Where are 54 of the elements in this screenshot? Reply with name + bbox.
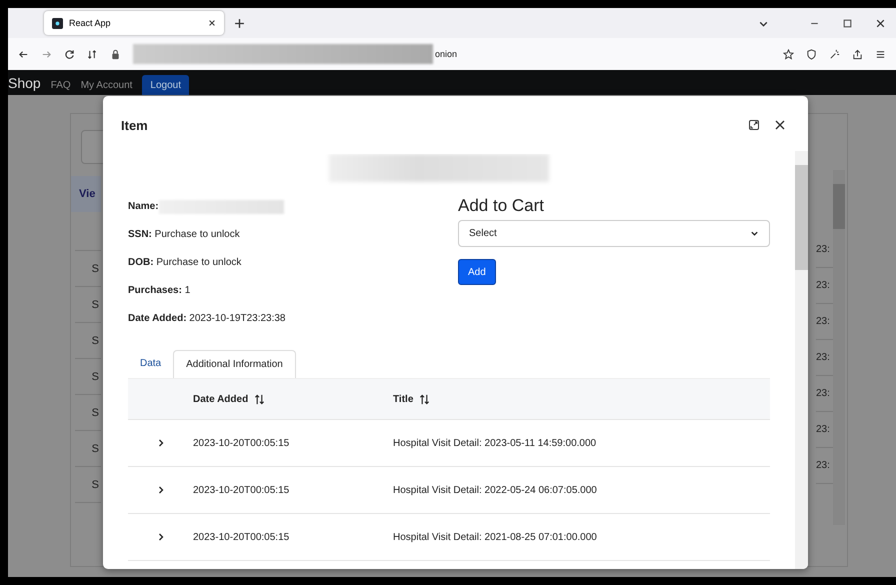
- menu-icon[interactable]: [875, 48, 886, 60]
- section-heading: Add to Cart: [458, 196, 545, 216]
- new-tab-icon[interactable]: [234, 18, 245, 28]
- field-text: DOB: Purchase to unlock: [128, 256, 242, 270]
- close-icon[interactable]: [875, 18, 886, 28]
- expand-icon[interactable]: [748, 119, 760, 131]
- share-icon[interactable]: [852, 48, 863, 60]
- close-icon[interactable]: [208, 19, 216, 27]
- logout-button[interactable]: Logout: [142, 75, 190, 95]
- table-cell: 2023-10-20T00:05:15: [193, 532, 290, 542]
- close-icon[interactable]: [774, 119, 786, 131]
- site-brand[interactable]: Shop: [8, 75, 41, 95]
- star-icon[interactable]: [783, 48, 794, 60]
- maximize-icon[interactable]: [842, 18, 853, 28]
- select-field[interactable]: Select: [458, 220, 770, 247]
- field-text: SSN: Purchase to unlock: [128, 228, 241, 242]
- wand-icon[interactable]: [829, 48, 840, 60]
- table-cell: Hospital Visit Detail: 2023-05-11 14:59:00.000: [393, 438, 596, 448]
- table-cell: S: [75, 251, 101, 287]
- table-cell: 2023-10-20T00:05:15: [193, 438, 290, 448]
- dialog-title: Item: [121, 118, 149, 132]
- column-header[interactable]: Title: [393, 394, 414, 404]
- table-cell: S: [75, 431, 101, 467]
- field-text: Name:: [128, 200, 438, 214]
- lock-icon[interactable]: [110, 48, 121, 60]
- scrollbar[interactable]: [795, 151, 808, 569]
- table-cell: S: [75, 323, 101, 359]
- scrollbar[interactable]: [833, 170, 845, 525]
- sort-icon[interactable]: [419, 394, 430, 404]
- field-text: Date Added: 2023-10-19T23:23:38: [128, 312, 286, 326]
- nav-link[interactable]: FAQ: [50, 80, 71, 95]
- field-text: Purchases: 1: [128, 284, 192, 298]
- forward-icon[interactable]: [41, 48, 52, 60]
- chevron-down-icon[interactable]: [750, 229, 759, 238]
- app-icon: [52, 18, 63, 28]
- back-icon[interactable]: [18, 48, 29, 60]
- tab[interactable]: Data: [128, 350, 174, 378]
- reload-icon[interactable]: [64, 48, 75, 60]
- permissions-icon[interactable]: [87, 48, 98, 60]
- table-cell: Hospital Visit Detail: 2021-08-25 07:01:00.000: [393, 532, 597, 542]
- sort-icon[interactable]: [254, 394, 266, 404]
- table-cell: S: [75, 287, 101, 323]
- add-button[interactable]: Add: [458, 259, 496, 285]
- table-cell: S: [75, 467, 101, 503]
- tab[interactable]: Additional Information: [173, 350, 296, 378]
- table-cell: 2023-10-20T00:05:15: [193, 484, 290, 496]
- nav-link[interactable]: My Account: [80, 80, 132, 95]
- column-header[interactable]: Date Added: [193, 394, 248, 404]
- table-cell: S: [75, 395, 101, 431]
- table-cell: Hospital Visit Detail: 2022-05-24 06:07:05.000: [393, 484, 597, 496]
- shield-icon[interactable]: [806, 48, 817, 60]
- table-header-cell: Vie: [71, 176, 101, 212]
- table-cell: S: [75, 359, 101, 395]
- browser-tab[interactable]: React App: [44, 11, 224, 35]
